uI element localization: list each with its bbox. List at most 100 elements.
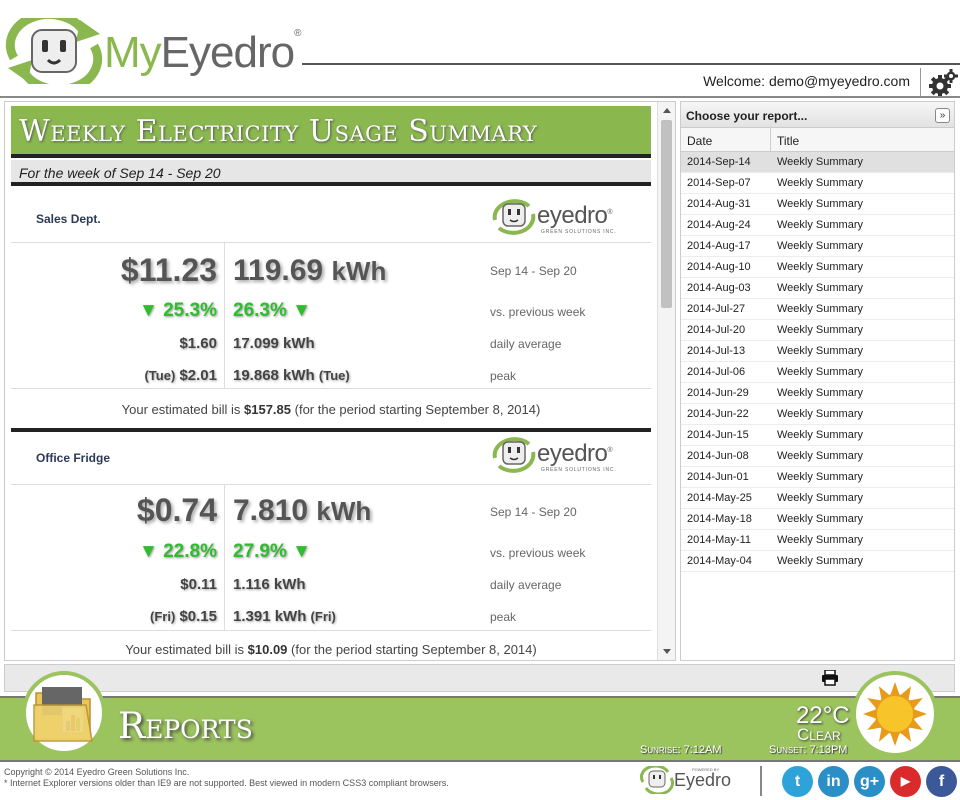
kwh-unit: kWh (331, 256, 387, 286)
copyright-line: Copyright © 2014 Eyedro Green Solutions … (4, 767, 190, 777)
report-date: 2014-Aug-31 (687, 198, 751, 210)
scroll-up-arrow-icon[interactable] (663, 108, 671, 113)
eyedro-brand-sub: GREEN SOLUTIONS INC. (541, 467, 617, 473)
eyedro-plug-icon (492, 199, 536, 235)
report-list-item[interactable]: 2014-Jul-27 Weekly Summary (681, 299, 954, 320)
settings-gear-icon[interactable] (928, 68, 958, 98)
date-range: Sep 14 - Sep 20 (490, 505, 577, 519)
report-list: 2014-Sep-14 Weekly Summary 2014-Sep-07 Week… (681, 152, 954, 572)
report-title: Weekly Summary (777, 261, 863, 273)
daily-cost: $1.60 (179, 335, 217, 352)
report-title: Weekly Summary (777, 450, 863, 462)
bill-prefix: Your estimated bill is (121, 402, 245, 417)
youtube-icon[interactable]: ▶ (890, 766, 921, 797)
report-date: 2014-Aug-17 (687, 240, 751, 252)
kwh-value: 119.69 (233, 254, 324, 287)
kwh-value: 7.810 (233, 494, 309, 527)
reports-folder-icon (33, 687, 93, 742)
report-chooser-title: Choose your report... (686, 109, 808, 123)
report-list-item[interactable]: 2014-Aug-17 Weekly Summary (681, 236, 954, 257)
peak-kwh-value: 19.868 kWh (233, 367, 315, 384)
header-bottom-border (0, 96, 960, 98)
report-list-item[interactable]: 2014-Jun-15 Weekly Summary (681, 425, 954, 446)
eyedro-brand-sub: GREEN SOLUTIONS INC. (541, 229, 617, 235)
report-title: Weekly Summary (777, 282, 863, 294)
weather-badge (852, 671, 938, 757)
report-list-item[interactable]: 2014-Aug-31 Weekly Summary (681, 194, 954, 215)
report-date: 2014-Sep-14 (687, 156, 751, 168)
report-title: Weekly Summary (777, 366, 863, 378)
report-title: Weekly Summary (777, 408, 863, 420)
kwh-change: 26.3% ▼ (233, 300, 311, 321)
section-name: Sales Dept. (36, 212, 101, 226)
peak-kwh: 19.868 kWh (Tue) (233, 367, 350, 384)
report-title: Weekly Summary (777, 513, 863, 525)
peak-kwh: 1.391 kWh (Fri) (233, 608, 336, 625)
report-list-item[interactable]: 2014-May-18 Weekly Summary (681, 509, 954, 530)
report-title: Weekly Summary (777, 198, 863, 210)
sunrise-time: Sunrise: 7:12AM (640, 744, 722, 756)
google-plus-icon[interactable]: g+ (854, 766, 885, 797)
report-list-item[interactable]: 2014-Jul-06 Weekly Summary (681, 362, 954, 383)
browser-notice: * Internet Explorer versions older than … (4, 778, 449, 788)
footer-brand-text: Eyedro (674, 770, 732, 790)
report-week: For the week of Sep 14 - Sep 20 (19, 165, 221, 181)
report-list-item[interactable]: 2014-Jul-13 Weekly Summary (681, 341, 954, 362)
column-divider (224, 484, 225, 630)
logo-my: My (104, 28, 162, 77)
bill-suffix: (for the period starting September 8, 20… (287, 642, 537, 657)
report-week-bar: For the week of Sep 14 - Sep 20 (11, 160, 651, 186)
report-list-item[interactable]: 2014-Jul-20 Weekly Summary (681, 320, 954, 341)
report-title: Weekly Summary (777, 345, 863, 357)
column-date-header[interactable]: Date (687, 134, 712, 148)
vs-label: vs. previous week (490, 305, 586, 319)
powered-by-eyedro-logo[interactable]: POWERED BY Eyedro (639, 764, 740, 796)
peak-cost: (Tue) $2.01 (144, 367, 217, 384)
report-list-item[interactable]: 2014-May-25 Weekly Summary (681, 488, 954, 509)
twitter-icon[interactable]: t (782, 766, 813, 797)
report-date: 2014-Jul-13 (687, 345, 746, 357)
section-divider (11, 484, 651, 485)
report-scroll-area[interactable]: Weekly Electricity Usage Summary For the… (11, 106, 651, 658)
myeyedro-logo[interactable]: MyEyedro® (4, 18, 304, 84)
report-title: Weekly Summary (777, 177, 863, 189)
reports-folder-badge (22, 671, 106, 755)
weekly-cost: $11.23 (120, 252, 217, 288)
bill-amount: $10.09 (247, 642, 288, 657)
report-list-item[interactable]: 2014-May-04 Weekly Summary (681, 551, 954, 572)
report-list-item[interactable]: 2014-Jun-22 Weekly Summary (681, 404, 954, 425)
report-list-item[interactable]: 2014-Aug-10 Weekly Summary (681, 257, 954, 278)
brand-name: eyedro (537, 440, 608, 467)
report-title: Weekly Summary (777, 303, 863, 315)
peak-kwh-day: (Tue) (318, 368, 350, 383)
report-list-item[interactable]: 2014-Sep-14 Weekly Summary (681, 152, 954, 173)
report-scrollbar[interactable] (657, 102, 675, 660)
report-list-item[interactable]: 2014-May-11 Weekly Summary (681, 530, 954, 551)
peak-label: peak (490, 369, 517, 383)
report-list-item[interactable]: 2014-Jun-08 Weekly Summary (681, 446, 954, 467)
report-title: Weekly Summary (777, 555, 863, 567)
report-list-item[interactable]: 2014-Sep-07 Weekly Summary (681, 173, 954, 194)
facebook-icon[interactable]: f (926, 766, 957, 797)
report-title: Weekly Summary (777, 219, 863, 231)
column-title-header[interactable]: Title (777, 134, 799, 148)
report-title: Weekly Summary (777, 429, 863, 441)
report-list-item[interactable]: 2014-Aug-03 Weekly Summary (681, 278, 954, 299)
scrollbar-thumb[interactable] (661, 120, 672, 308)
report-list-item[interactable]: 2014-Jun-01 Weekly Summary (681, 467, 954, 488)
report-list-item[interactable]: 2014-Aug-24 Weekly Summary (681, 215, 954, 236)
daily-label: daily average (490, 578, 562, 592)
report-list-item[interactable]: 2014-Jun-29 Weekly Summary (681, 383, 954, 404)
scroll-down-arrow-icon[interactable] (663, 649, 671, 654)
report-list-header: Date Title (681, 128, 954, 152)
reports-title: Reports (118, 706, 253, 747)
linkedin-icon[interactable]: in (818, 766, 849, 797)
weekly-cost: $0.74 (136, 492, 217, 528)
brand-name: eyedro (537, 202, 608, 229)
printer-icon[interactable] (821, 670, 839, 686)
bill-amount: $157.85 (244, 402, 292, 417)
report-date: 2014-Jun-15 (687, 429, 749, 441)
eyedro-brand-text: eyedro® (537, 440, 613, 468)
collapse-panel-button[interactable]: » (935, 108, 950, 123)
report-date: 2014-Jul-27 (687, 303, 746, 315)
